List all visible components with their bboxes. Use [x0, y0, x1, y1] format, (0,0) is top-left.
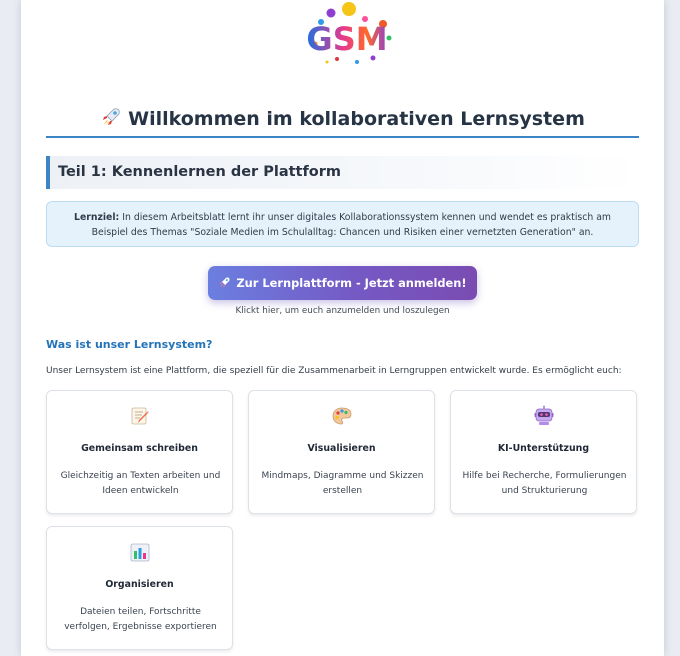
- feature-description: Dateien teilen, Fortschritte verfolgen, …: [64, 607, 217, 632]
- feature-card-organize: Organisieren Dateien teilen, Fortschritt…: [46, 526, 233, 650]
- section-heading: Teil 1: Kennenlernen der Plattform: [46, 156, 639, 189]
- feature-title: KI-Unterstützung: [497, 443, 590, 454]
- rocket-icon: [100, 106, 122, 137]
- palette-icon: [249, 405, 434, 427]
- about-heading: Was ist unser Lernsystem?: [46, 338, 213, 351]
- feature-card-visualize: Visualisieren Mindmaps, Diagramme und Sk…: [248, 390, 435, 514]
- section-title: Teil 1: Kennenlernen der Plattform: [58, 164, 342, 180]
- learning-goal-box: Lernziel: In diesem Arbeitsblatt lernt i…: [46, 201, 639, 247]
- feature-title: Organisieren: [105, 579, 174, 590]
- rocket-icon: [218, 268, 231, 302]
- login-hint: Klickt hier, um euch anzumelden und losz…: [235, 306, 450, 316]
- platform-login-button[interactable]: Zur Lernplattform - Jetzt anmelden!: [208, 266, 477, 300]
- feature-description: Gleichzeitig an Texten arbeiten und Idee…: [60, 471, 221, 496]
- feature-description: Hilfe bei Recherche, Formulierungen und …: [462, 471, 627, 496]
- worksheet-page: GSM Willkommen im kollaborativen Lernsys…: [21, 0, 664, 656]
- learning-goal-text: In diesem Arbeitsblatt lernt ihr unser d…: [91, 212, 611, 238]
- feature-title: Visualisieren: [307, 443, 376, 454]
- feature-card-ai: KI-Unterstützung Hilfe bei Recherche, Fo…: [450, 390, 637, 514]
- feature-card-write: Gemeinsam schreiben Gleichzeitig an Text…: [46, 390, 233, 514]
- page-title-text: Willkommen im kollaborativen Lernsystem: [128, 108, 585, 130]
- feature-description: Mindmaps, Diagramme und Skizzen erstelle…: [261, 471, 424, 496]
- memo-pencil-icon: [47, 405, 232, 427]
- feature-title: Gemeinsam schreiben: [81, 443, 198, 454]
- bar-chart-icon: [47, 541, 232, 563]
- page-title: Willkommen im kollaborativen Lernsystem: [46, 104, 639, 137]
- about-intro: Unser Lernsystem ist eine Plattform, die…: [46, 366, 622, 376]
- learning-goal-label: Lernziel:: [74, 212, 120, 223]
- logo-wordmark: GSM: [306, 20, 387, 58]
- platform-login-label: Zur Lernplattform - Jetzt anmelden!: [236, 276, 467, 290]
- gsm-logo: GSM: [291, 0, 401, 70]
- robot-icon: [451, 405, 636, 427]
- title-divider: [46, 136, 639, 138]
